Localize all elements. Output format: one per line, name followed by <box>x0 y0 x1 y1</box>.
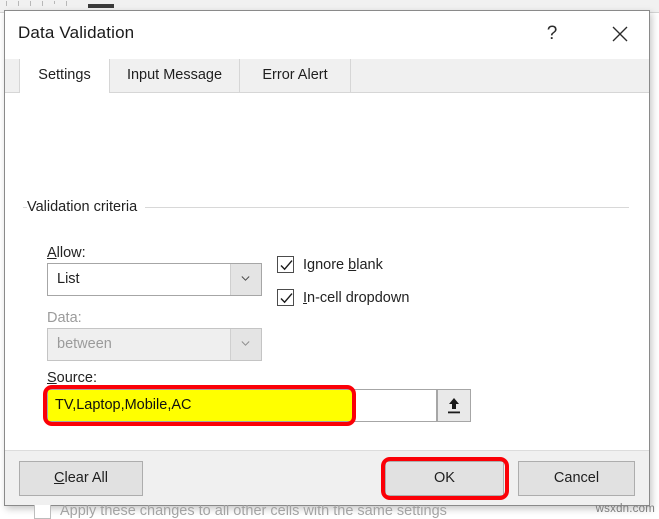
tabstrip: Settings Input Message Error Alert <box>5 59 649 93</box>
dialog-title: Data Validation <box>18 23 135 42</box>
ruler-tick <box>30 1 31 6</box>
allow-dropdown-arrow[interactable] <box>230 264 261 295</box>
allow-selected-value: List <box>57 271 80 287</box>
settings-tab-panel: Validation criteria Allow: List Data: be… <box>5 93 649 519</box>
checkmark-icon <box>280 293 293 304</box>
ruler-tick <box>18 1 19 6</box>
chevron-down-icon <box>241 276 250 281</box>
help-button[interactable]: ? <box>529 11 575 57</box>
allow-label-accesskey: A <box>47 245 57 261</box>
ignore-blank-label: Ignore blank <box>303 256 383 273</box>
source-input[interactable]: TV,Laptop,Mobile,AC <box>47 389 437 422</box>
ignore-blank-checkbox[interactable] <box>277 256 294 273</box>
close-icon <box>612 26 628 42</box>
tab-settings[interactable]: Settings <box>19 59 110 93</box>
checkmark-icon <box>280 260 293 271</box>
tab-error-alert[interactable]: Error Alert <box>240 59 351 92</box>
chevron-down-icon <box>241 341 250 346</box>
ruler-tick <box>54 1 55 4</box>
range-select-up-arrow-icon <box>448 398 460 414</box>
ok-button[interactable]: OK <box>385 461 504 496</box>
ruler-tick <box>42 1 43 6</box>
ribbon-marker <box>88 4 114 8</box>
source-label-accesskey: S <box>47 370 57 386</box>
source-label-rest: ource: <box>56 370 97 386</box>
ignore-blank-checkbox-row[interactable]: Ignore blank <box>277 256 383 273</box>
source-label: Source: <box>47 370 97 386</box>
source-value: TV,Laptop,Mobile,AC <box>55 397 192 413</box>
allow-label-rest: llow: <box>56 245 86 261</box>
dialog-footer: Clear All OK Cancel <box>5 450 649 505</box>
allow-dropdown[interactable]: List <box>47 263 262 296</box>
dialog-titlebar: Data Validation ? <box>5 11 649 59</box>
data-dropdown: between <box>47 328 262 361</box>
question-mark-icon: ? <box>546 23 558 44</box>
allow-label: Allow: <box>47 245 86 261</box>
ruler-tick <box>6 1 7 6</box>
range-select-button[interactable] <box>437 389 471 422</box>
data-selected-value: between <box>57 336 112 352</box>
watermark: wsxdn.com <box>595 503 655 515</box>
validation-criteria-label: Validation criteria <box>27 199 146 215</box>
close-button[interactable] <box>597 11 643 57</box>
cancel-button[interactable]: Cancel <box>518 461 635 496</box>
in-cell-dropdown-label: In-cell dropdown <box>303 289 410 306</box>
in-cell-dropdown-checkbox[interactable] <box>277 289 294 306</box>
data-dropdown-arrow <box>230 329 261 360</box>
in-cell-dropdown-checkbox-row[interactable]: In-cell dropdown <box>277 289 409 306</box>
data-validation-dialog: Data Validation ? Settings Input Message… <box>4 10 650 519</box>
ruler-tick <box>66 1 67 6</box>
clear-all-button[interactable]: Clear All <box>19 461 143 496</box>
tab-input-message[interactable]: Input Message <box>110 59 240 92</box>
data-label: Data: <box>47 310 82 326</box>
